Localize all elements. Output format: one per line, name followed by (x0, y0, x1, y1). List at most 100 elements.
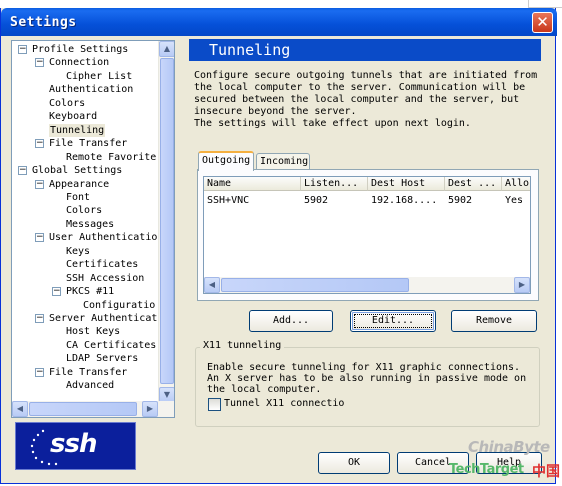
tree-expander-icon[interactable]: − (35, 367, 44, 377)
tree-item-label: Messages (66, 218, 115, 230)
tree-expander-icon[interactable]: − (18, 45, 27, 54)
remove-button[interactable]: Remove (451, 310, 537, 332)
tree-item[interactable]: − User Authenticatio (12, 231, 158, 244)
ssh-logo: ssh (15, 422, 136, 470)
tab-outgoing[interactable]: Outgoing (198, 151, 254, 171)
column-header-dest-port[interactable]: Dest ... (445, 177, 502, 191)
tree-item-label: Authentication (49, 84, 134, 96)
tree-item[interactable]: Configuratio (12, 299, 158, 312)
tree-item[interactable]: − File Transfer (12, 137, 158, 150)
tunnel-list[interactable]: Name Listen... Dest Host Dest ... Allo S… (203, 176, 531, 294)
tree-item-label: PKCS #11 (66, 286, 115, 298)
cell-allow: Yes (505, 195, 524, 206)
tree-item[interactable]: Host Keys (12, 325, 158, 338)
tab-outgoing-label: Outgoing (202, 155, 251, 166)
column-header-dest-host[interactable]: Dest Host (368, 177, 445, 191)
window-title: Settings (10, 15, 77, 30)
tree-item-label: Connection (49, 57, 110, 69)
tree-item-label: Tunneling (49, 123, 106, 137)
list-horizontal-scrollbar[interactable]: ◀ ▶ (204, 277, 530, 293)
tree-item-label: Font (66, 191, 91, 203)
tree-item[interactable]: Certificates (12, 258, 158, 271)
outgoing-tab-panel: Name Listen... Dest Host Dest ... Allo S… (197, 169, 539, 301)
tree-item[interactable]: Colors (12, 204, 158, 217)
watermark-techtarget: TechTarget (449, 462, 524, 477)
tree-item[interactable]: − File Transfer (12, 366, 158, 379)
arrow-up-icon: ▲ (163, 44, 171, 53)
arrow-down-icon: ▼ (163, 390, 171, 399)
tree-item[interactable]: − Profile Settings (12, 43, 158, 56)
tree-expander-icon[interactable]: − (18, 166, 27, 176)
tree-vertical-thumb[interactable] (160, 58, 174, 384)
column-header-name[interactable]: Name (204, 177, 301, 191)
logo-text: ssh (50, 429, 97, 459)
background-corner (528, 0, 562, 8)
list-horizontal-thumb[interactable] (221, 278, 409, 292)
column-header-allow[interactable]: Allo (502, 177, 530, 191)
tree-item[interactable]: − Connection (12, 56, 158, 69)
tree-items: − Profile Settings − Connection Cipher List A… (12, 41, 158, 403)
tree-horizontal-thumb[interactable] (29, 402, 137, 416)
tree-item-label: Host Keys (66, 326, 121, 338)
edit-button[interactable]: Edit... (350, 310, 436, 332)
watermark-chinabyte: ChinaByte (468, 438, 550, 456)
tree-expander-icon[interactable]: − (35, 139, 44, 149)
tree-item-label: Configuratio (83, 299, 156, 311)
tree-item[interactable]: Authentication (12, 83, 158, 96)
tree-item[interactable]: Keys (12, 245, 158, 258)
scroll-right-button[interactable]: ▶ (142, 401, 158, 417)
tree-item[interactable]: LDAP Servers (12, 352, 158, 365)
title-bar[interactable]: Settings ✕ (1, 8, 557, 36)
close-icon: ✕ (536, 13, 549, 31)
add-button[interactable]: Add... (249, 310, 333, 332)
tree-item[interactable]: SSH Accession (12, 272, 158, 285)
tree-expander-icon[interactable]: − (35, 58, 44, 68)
cell-dest-port: 5902 (448, 195, 473, 206)
tree-expander-icon[interactable]: − (35, 233, 44, 243)
tree-item-label: Server Authenticat (49, 313, 158, 324)
list-scroll-left-button[interactable]: ◀ (204, 277, 220, 293)
tunneling-description: Configure secure outgoing tunnels that a… (194, 70, 538, 129)
tree-item-label: Colors (49, 97, 86, 109)
arrow-right-icon: ▶ (146, 404, 154, 413)
close-button[interactable]: ✕ (532, 12, 553, 33)
tree-horizontal-scrollbar[interactable]: ◀ ▶ (12, 401, 174, 417)
tree-item-label: User Authenticatio (49, 232, 158, 244)
x11-group-title: X11 tunneling (200, 340, 285, 351)
cell-name: SSH+VNC (207, 195, 250, 206)
tree-item[interactable]: Keyboard (12, 110, 158, 123)
tree-item[interactable]: − Server Authenticat (12, 312, 158, 325)
tree-item[interactable]: − Appearance (12, 178, 158, 191)
page-title: Tunneling (209, 41, 291, 59)
arrow-left-icon: ◀ (16, 404, 24, 413)
tree-expander-icon[interactable]: − (52, 287, 61, 297)
tree-expander-icon[interactable]: − (35, 179, 44, 189)
tree-item-label: Keyboard (49, 111, 98, 123)
column-header-listen[interactable]: Listen... (301, 177, 368, 191)
tunnel-x11-checkbox[interactable] (208, 398, 221, 411)
tree-item[interactable]: Font (12, 191, 158, 204)
tree-item[interactable]: Remote Favorite (12, 151, 158, 164)
tree-item[interactable]: CA Certificates (12, 339, 158, 352)
tree-item-label: File Transfer (49, 366, 128, 378)
scroll-up-button[interactable]: ▲ (159, 41, 174, 57)
tree-expander-icon[interactable]: − (35, 314, 44, 323)
tree-item-label: Appearance (49, 178, 110, 190)
scroll-left-button[interactable]: ◀ (12, 401, 28, 417)
settings-tree[interactable]: − Profile Settings − Connection Cipher List A… (11, 40, 175, 418)
tree-item-label: CA Certificates (66, 339, 157, 351)
tree-vertical-scrollbar[interactable]: ▲ ▼ (158, 41, 174, 403)
tree-item[interactable]: − PKCS #11 (12, 285, 158, 298)
list-scroll-right-button[interactable]: ▶ (514, 277, 530, 293)
tree-item[interactable]: Advanced (12, 379, 158, 392)
tree-item-label: Global Settings (32, 165, 123, 177)
tree-item-label: File Transfer (49, 138, 128, 150)
tree-item[interactable]: Messages (12, 218, 158, 231)
tree-item[interactable]: Colors (12, 97, 158, 110)
tree-item[interactable]: − Global Settings (12, 164, 158, 177)
tree-item[interactable]: Cipher List (12, 70, 158, 83)
watermark-china: 中国 (532, 464, 560, 480)
tree-item[interactable]: Tunneling (12, 123, 158, 137)
ok-button[interactable]: OK (318, 452, 390, 474)
tunnel-x11-label[interactable]: Tunnel X11 connectio (224, 398, 344, 410)
